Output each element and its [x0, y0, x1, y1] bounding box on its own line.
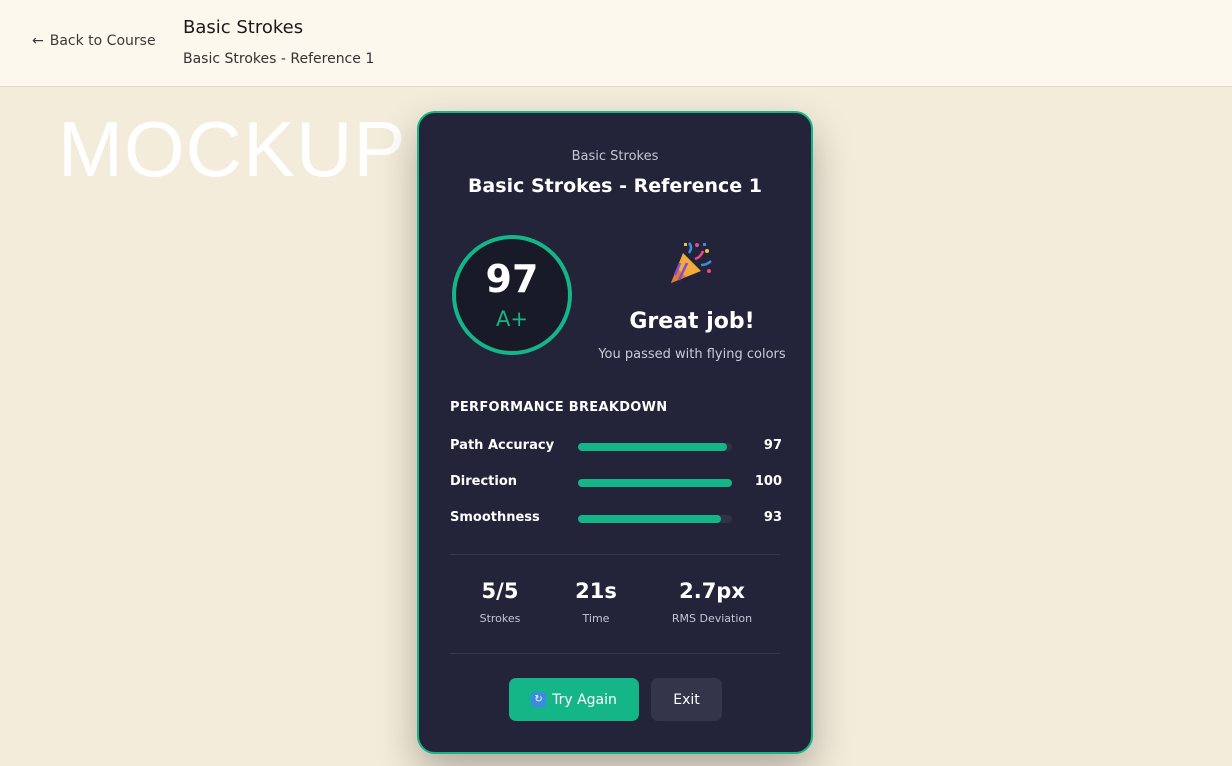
metric-progress-bar — [578, 443, 732, 451]
mockup-watermark: MOCKUP — [58, 105, 407, 193]
stat-label: Time — [582, 612, 610, 625]
score-ring: 97 A+ — [452, 235, 572, 355]
party-popper-icon — [671, 242, 712, 283]
metric-value: 97 — [763, 438, 782, 453]
stat-time: 21s Time — [536, 579, 656, 625]
exit-label: Exit — [673, 691, 700, 708]
refresh-icon: ↻ — [531, 692, 547, 707]
score-value: 97 — [485, 257, 539, 301]
metric-progress-bar — [578, 479, 732, 487]
metric-label: Smoothness — [450, 510, 540, 525]
metric-progress-fill — [578, 479, 732, 487]
score-grade: A+ — [496, 307, 528, 331]
metric-row-direction: Direction 100 — [450, 474, 782, 494]
metric-progress-fill — [578, 515, 722, 523]
metric-progress-bar — [578, 515, 732, 523]
lesson-subtitle: Basic Strokes - Reference 1 — [183, 51, 375, 67]
divider — [450, 554, 780, 555]
stat-value: 21s — [575, 579, 617, 603]
divider — [450, 653, 780, 654]
course-title: Basic Strokes — [183, 17, 304, 38]
metric-value: 93 — [763, 510, 782, 525]
arrow-left-icon: ← — [32, 33, 44, 49]
top-header: ← Back to Course Basic Strokes Basic Stro… — [0, 0, 1232, 87]
result-headline: Great job! — [629, 309, 755, 334]
result-message: You passed with flying colors — [598, 347, 786, 362]
result-card: Basic Strokes Basic Strokes - Reference … — [417, 111, 813, 754]
stat-rms-deviation: 2.7px RMS Deviation — [652, 579, 772, 625]
card-lesson-title: Basic Strokes - Reference 1 — [467, 175, 763, 197]
stat-value: 2.7px — [679, 579, 745, 603]
metric-label: Path Accuracy — [450, 438, 555, 453]
metric-value: 100 — [754, 474, 782, 489]
metric-progress-fill — [578, 443, 728, 451]
exit-button[interactable]: Exit — [651, 678, 722, 721]
breakdown-heading: PERFORMANCE BREAKDOWN — [450, 400, 668, 415]
try-again-button[interactable]: ↻ Try Again — [509, 678, 639, 721]
metric-row-path-accuracy: Path Accuracy 97 — [450, 438, 782, 458]
stat-label: RMS Deviation — [671, 612, 753, 625]
try-again-label: Try Again — [552, 691, 617, 708]
metric-label: Direction — [450, 474, 518, 489]
metric-row-smoothness: Smoothness 93 — [450, 510, 782, 530]
back-to-course-label: Back to Course — [49, 33, 156, 49]
back-to-course-link[interactable]: ← Back to Course — [32, 33, 156, 49]
card-course-name: Basic Strokes — [571, 149, 659, 164]
